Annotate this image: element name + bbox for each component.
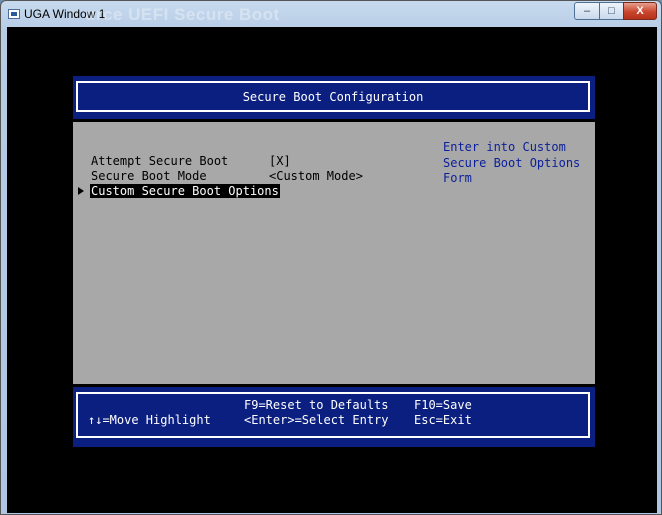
secure-boot-mode-label[interactable]: Secure Boot Mode <box>91 169 207 183</box>
minimize-button[interactable]: – <box>574 2 600 20</box>
selection-arrow-icon <box>78 187 84 195</box>
background-window-title: urce UEFI Secure Boot <box>85 5 280 24</box>
minimize-icon: – <box>583 5 591 17</box>
header-frame: Secure Boot Configuration <box>76 81 590 112</box>
form-panel: Attempt Secure Boot [X] Secure Boot Mode… <box>73 122 595 384</box>
select-hint: <Enter>=Select Entry <box>244 413 389 427</box>
page-title: Secure Boot Configuration <box>242 90 424 104</box>
close-button[interactable]: X <box>623 2 657 20</box>
footer-frame: F9=Reset to Defaults F10=Save ↑↓=Move Hi… <box>76 392 590 438</box>
secure-boot-mode-select[interactable]: <Custom Mode> <box>269 169 363 183</box>
footer-panel: F9=Reset to Defaults F10=Save ↑↓=Move Hi… <box>73 387 595 447</box>
window-icon[interactable] <box>8 9 20 19</box>
maximize-button[interactable]: □ <box>599 2 624 20</box>
reset-hint: F9=Reset to Defaults <box>244 398 389 412</box>
attempt-secure-boot-label[interactable]: Attempt Secure Boot <box>91 154 228 168</box>
maximize-icon: □ <box>608 5 615 17</box>
console-screen: Secure Boot Configuration Attempt Secure… <box>7 27 657 513</box>
attempt-secure-boot-checkbox[interactable]: [X] <box>269 154 291 168</box>
help-text: Enter into Custom Secure Boot Options Fo… <box>443 140 581 185</box>
move-hint: ↑↓=Move Highlight <box>88 413 211 427</box>
title-bar[interactable]: UGA Window 1 urce UEFI Secure Boot – □ X <box>1 1 661 27</box>
close-icon: X <box>636 5 644 17</box>
custom-secure-boot-options-link[interactable]: Custom Secure Boot Options <box>90 184 280 198</box>
application-window: UGA Window 1 urce UEFI Secure Boot – □ X… <box>0 0 662 515</box>
exit-hint: Esc=Exit <box>414 413 472 427</box>
header-panel: Secure Boot Configuration <box>73 76 595 119</box>
save-hint: F10=Save <box>414 398 472 412</box>
